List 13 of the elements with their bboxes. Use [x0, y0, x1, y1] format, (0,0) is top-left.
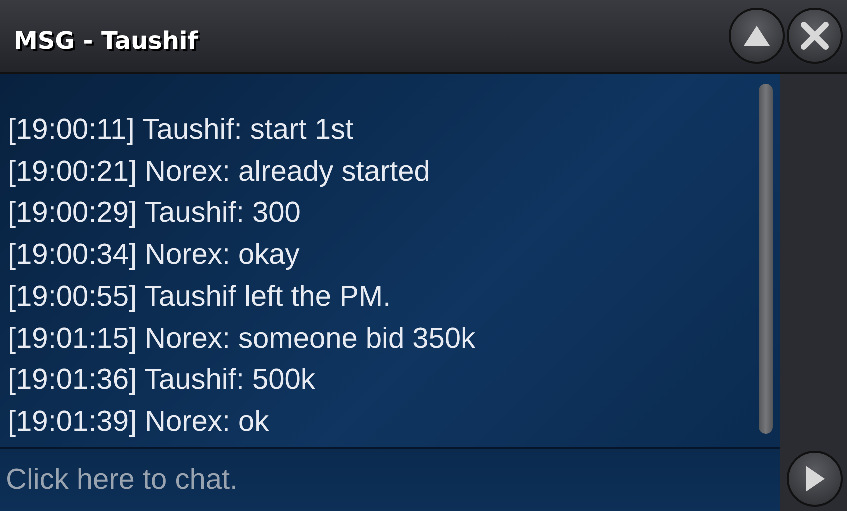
chat-message: [19:00:21] Norex: already started	[8, 154, 432, 190]
chat-message: [19:01:15] Norex: someone bid 350k	[8, 322, 477, 357]
chat-message: [19:00:55] Taushif left the PM.	[8, 280, 392, 315]
chat-message: [19:01:39] Norex: ok	[8, 404, 270, 440]
window-title: MSG - Taushif	[14, 26, 200, 55]
chat-message: [19:00:34] Norex: okay	[8, 238, 301, 274]
scrollbar-thumb[interactable]	[759, 84, 773, 434]
up-arrow-icon	[742, 24, 772, 48]
close-icon	[800, 21, 830, 51]
chat-message: [19:01:36] Taushif: 500k	[8, 363, 316, 398]
chat-message: [19:00:29] Taushif: 300	[8, 196, 302, 232]
chat-message: [19:00:11] Taushif: start 1st	[8, 113, 355, 148]
chat-input-field[interactable]: Click here to chat.	[0, 449, 780, 511]
